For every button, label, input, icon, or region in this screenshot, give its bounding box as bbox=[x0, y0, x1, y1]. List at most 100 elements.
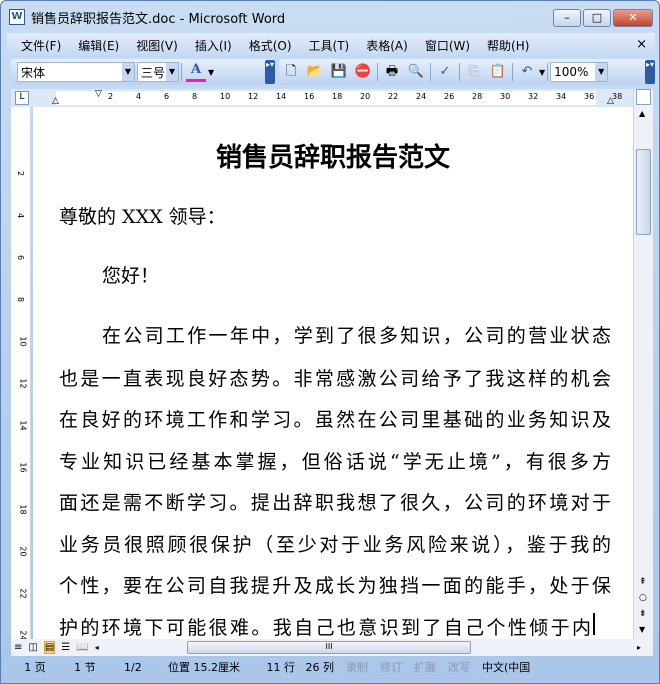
menu-table[interactable]: 表格(A) bbox=[366, 37, 408, 54]
left-indent-marker[interactable]: △ bbox=[52, 96, 59, 106]
vertical-scrollbar[interactable]: ▲ ⇞ ○ ⇟ ▼ bbox=[633, 89, 653, 639]
font-size-value: 三号 bbox=[141, 65, 166, 80]
paragraph-line: 专业知识已经基本掌握，但俗话说“学无止境”，有很多方 bbox=[59, 451, 611, 473]
ruler-toggle-button[interactable] bbox=[636, 89, 651, 105]
new-document-icon[interactable]: 🗋 bbox=[281, 62, 301, 82]
first-line-indent-marker[interactable]: ▽ bbox=[95, 89, 102, 99]
paragraph-line: 个性，要在公司自我提升及成长为独挡一面的能手，处于保 bbox=[59, 575, 611, 597]
font-size-select[interactable]: 三号 ▼ bbox=[137, 62, 179, 82]
ruler-tick-label: 26 bbox=[444, 92, 455, 101]
minimize-button[interactable]: – bbox=[553, 9, 581, 27]
paragraph-line: 护的环境下可能很难。我自己也意识到了自己个性倾于内 bbox=[59, 617, 591, 639]
save-icon[interactable]: 💾 bbox=[329, 62, 349, 82]
ruler-tick-label: 32 bbox=[528, 92, 539, 101]
ruler-tick-label: 6 bbox=[16, 254, 26, 261]
undo-icon[interactable]: ↶ bbox=[517, 62, 537, 82]
vertical-scroll-thumb[interactable] bbox=[636, 149, 651, 235]
outline-view-icon[interactable]: ☰ bbox=[61, 642, 70, 653]
status-line: 11 行 bbox=[266, 661, 296, 674]
right-indent-marker[interactable]: △ bbox=[607, 96, 614, 106]
undo-dropdown-icon[interactable]: ▼ bbox=[539, 68, 545, 77]
menu-file[interactable]: 文件(F) bbox=[21, 37, 61, 54]
scroll-left-icon[interactable]: ◂ bbox=[95, 643, 99, 652]
paste-icon[interactable]: 📋 bbox=[488, 62, 508, 82]
status-bar: 1 页 1 节 1/2 位置 15.2厘米 11 行 26 列 录制 修订 扩展… bbox=[5, 657, 655, 679]
status-language[interactable]: 中文(中国 bbox=[477, 659, 531, 677]
ruler-tick-label: 28 bbox=[472, 92, 483, 101]
close-button[interactable]: ✕ bbox=[613, 9, 653, 27]
browse-object-icon[interactable]: ○ bbox=[639, 593, 647, 603]
web-view-icon[interactable]: ◫ bbox=[28, 642, 37, 653]
menu-help[interactable]: 帮助(H) bbox=[487, 37, 529, 54]
toolbar-options-icon[interactable]: ▸▾ bbox=[645, 60, 655, 84]
ruler-tick-label: 20 bbox=[360, 92, 371, 101]
print-preview-icon[interactable]: 🔍 bbox=[406, 62, 426, 82]
zoom-select[interactable]: 100% ▼ bbox=[550, 62, 609, 82]
print-icon[interactable]: 🖶 bbox=[382, 62, 402, 82]
ruler-tick-label: 2 bbox=[16, 170, 26, 177]
menu-view[interactable]: 视图(V) bbox=[136, 37, 178, 54]
scroll-up-icon[interactable]: ▲ bbox=[639, 109, 645, 118]
menu-bar: 文件(F) 编辑(E) 视图(V) 插入(I) 格式(O) 工具(T) 表格(A… bbox=[7, 33, 655, 57]
status-extend[interactable]: 扩展 bbox=[409, 659, 441, 677]
word-app-icon: W bbox=[9, 9, 25, 25]
menu-window[interactable]: 窗口(W) bbox=[425, 37, 470, 54]
toolbar-options-icon[interactable]: ▸▾ bbox=[265, 60, 275, 84]
status-position: 位置 15.2厘米 bbox=[168, 661, 240, 674]
font-color-button[interactable]: A bbox=[186, 62, 206, 82]
document-page[interactable]: 销售员辞职报告范文 尊敬的 XXX 领导： 您好！ 在公司工作一年中，学到了很多… bbox=[33, 107, 633, 639]
document-title: 销售员辞职报告范文 bbox=[215, 143, 450, 173]
ruler-tick-label: 6 bbox=[164, 92, 170, 101]
normal-view-icon[interactable]: ≡ bbox=[14, 642, 22, 653]
window-title: 销售员辞职报告范文.doc - Microsoft Word bbox=[31, 11, 286, 27]
ruler-tick-label: 8 bbox=[192, 92, 198, 101]
maximize-button[interactable]: □ bbox=[583, 9, 611, 27]
close-document-button[interactable]: × bbox=[636, 37, 647, 52]
ruler-tick-label: 4 bbox=[16, 212, 26, 219]
paragraph-line: 在公司工作一年中，学到了很多知识，公司的营业状态 bbox=[102, 325, 611, 347]
ruler-tick-label: 30 bbox=[500, 92, 511, 101]
separator bbox=[459, 63, 460, 81]
menu-tools[interactable]: 工具(T) bbox=[309, 37, 350, 54]
next-page-icon[interactable]: ⇟ bbox=[639, 609, 647, 619]
ruler-tick-label: 18 bbox=[18, 504, 28, 515]
ruler-tick-label: 36 bbox=[584, 92, 595, 101]
menu-edit[interactable]: 编辑(E) bbox=[78, 37, 119, 54]
status-overtype[interactable]: 改写 bbox=[443, 659, 475, 677]
ruler-tick-label: 24 bbox=[416, 92, 427, 101]
paragraph-line: 也是一直表现良好态势。非常感激公司给予了我这样的机会 bbox=[59, 368, 611, 390]
standard-toolbar: 🗋 📂 💾 ⛔ 🖶 🔍 ✓ ⎘ 📋 ↶ ▼ 100% ▼ ▸▾ bbox=[279, 59, 655, 85]
chevron-down-icon[interactable]: ▼ bbox=[595, 63, 608, 81]
font-name-select[interactable]: 宋体 ▼ bbox=[17, 62, 135, 82]
previous-page-icon[interactable]: ⇞ bbox=[639, 577, 647, 587]
status-track-changes[interactable]: 修订 bbox=[375, 659, 407, 677]
tab-selector[interactable]: L bbox=[15, 91, 29, 105]
ruler-tick-label: 12 bbox=[248, 92, 259, 101]
spelling-check-icon[interactable]: ✓ bbox=[435, 62, 455, 82]
ruler-tick-label: 18 bbox=[332, 92, 343, 101]
menu-format[interactable]: 格式(O) bbox=[249, 37, 292, 54]
paragraph-line: 业务员很照顾很保护（至少对于业务风险来说），鉴于我的 bbox=[59, 534, 611, 556]
word-window: W 销售员辞职报告范文.doc - Microsoft Word – □ ✕ 文… bbox=[0, 0, 660, 684]
font-color-dropdown-icon[interactable]: ▼ bbox=[208, 68, 214, 77]
open-folder-icon[interactable]: 📂 bbox=[305, 62, 325, 82]
salutation: 尊敬的 XXX 领导： bbox=[59, 206, 226, 228]
horizontal-scrollbar[interactable]: ≡ ◫ ▤ ☰ 📖 ◂ III ▸ bbox=[11, 639, 653, 656]
print-layout-view-icon[interactable]: ▤ bbox=[43, 641, 56, 654]
scroll-right-icon[interactable]: ▸ bbox=[637, 643, 641, 652]
reading-view-icon[interactable]: 📖 bbox=[76, 642, 88, 653]
scroll-down-icon[interactable]: ▼ bbox=[639, 625, 645, 634]
status-position-info: 位置 15.2厘米 11 行 26 列 bbox=[163, 659, 339, 677]
permission-icon[interactable]: ⛔ bbox=[353, 62, 373, 82]
chevron-down-icon[interactable]: ▼ bbox=[122, 63, 134, 81]
ruler-tick-label: 4 bbox=[136, 92, 142, 101]
horizontal-ruler[interactable]: L 246810121416182022242628303234363840 ▽… bbox=[11, 89, 650, 107]
status-pages: 1/2 bbox=[124, 661, 142, 674]
status-record[interactable]: 录制 bbox=[341, 659, 373, 677]
chevron-down-icon[interactable]: ▼ bbox=[166, 63, 178, 81]
vertical-ruler[interactable]: 2 4 6 8 10 12 14 16 18 20 22 24 bbox=[11, 107, 31, 641]
copy-icon[interactable]: ⎘ bbox=[464, 62, 484, 82]
horizontal-scroll-thumb[interactable]: III bbox=[187, 641, 471, 654]
separator bbox=[377, 63, 378, 81]
menu-insert[interactable]: 插入(I) bbox=[195, 37, 232, 54]
